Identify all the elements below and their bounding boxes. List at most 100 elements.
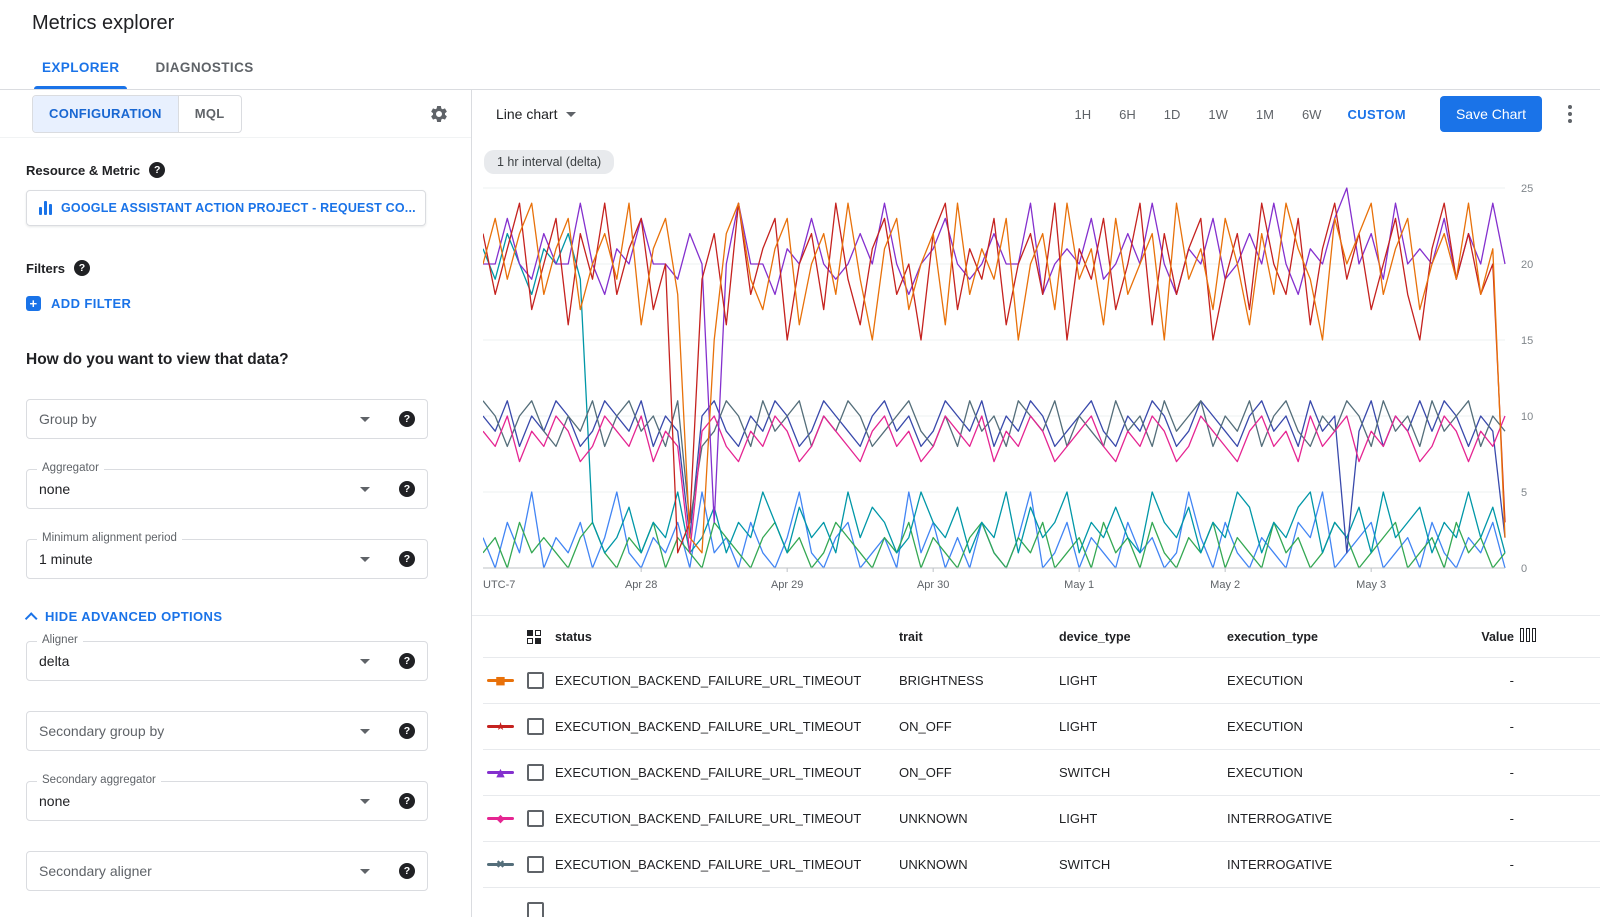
line-chart[interactable]: 0510152025UTC-7Apr 28Apr 29Apr 30May 1Ma… <box>483 180 1600 601</box>
status-cell: EXECUTION_BACKEND_FAILURE_URL_TIMEOUT <box>555 673 899 688</box>
table-row[interactable]: ✖EXECUTION_BACKEND_FAILURE_URL_TIMEOUTUN… <box>483 842 1600 888</box>
status-cell: EXECUTION_BACKEND_FAILURE_URL_TIMEOUT <box>555 765 899 780</box>
help-icon[interactable]: ? <box>399 481 415 497</box>
y-axis-label: 15 <box>1521 335 1533 347</box>
value-cell: - <box>1472 765 1520 780</box>
status-cell: EXECUTION_BACKEND_FAILURE_URL_TIMEOUT <box>555 857 899 872</box>
dropdown-aligner[interactable]: Alignerdelta? <box>26 641 428 681</box>
row-checkbox[interactable] <box>527 764 544 781</box>
chart-type-select[interactable]: Line chart <box>496 106 576 122</box>
field-label: Aggregator <box>37 462 104 474</box>
resource-metric-label: Resource & Metric ? <box>26 162 445 178</box>
help-icon[interactable]: ? <box>399 551 415 567</box>
dropdown-secondary-aligner[interactable]: Secondary aligner? <box>26 851 428 891</box>
field-value: none <box>39 481 360 497</box>
trait-cell: BRIGHTNESS <box>899 673 1059 688</box>
series-marker-icon: ▲ <box>487 766 514 780</box>
trait-cell: UNKNOWN <box>899 857 1059 872</box>
row-checkbox[interactable] <box>527 856 544 873</box>
column-settings-icon[interactable] <box>1520 628 1536 642</box>
dropdown-minimum-alignment-period[interactable]: Minimum alignment period1 minute? <box>26 539 428 579</box>
time-range-6h[interactable]: 6H <box>1119 107 1136 122</box>
configuration-mode-button[interactable]: CONFIGURATION <box>33 96 178 132</box>
device-type-cell: SWITCH <box>1059 857 1227 872</box>
column-header-trait: trait <box>899 630 1059 644</box>
resource-metric-selector[interactable]: GOOGLE ASSISTANT ACTION PROJECT - REQUES… <box>26 190 426 226</box>
help-icon[interactable]: ? <box>399 723 415 739</box>
trait-cell: ON_OFF <box>899 719 1059 734</box>
x-axis-label: Apr 30 <box>917 579 949 591</box>
help-icon[interactable]: ? <box>399 411 415 427</box>
x-axis-label: May 1 <box>1064 579 1094 591</box>
x-axis-label: UTC-7 <box>483 579 515 591</box>
row-checkbox[interactable] <box>527 902 544 917</box>
save-chart-button[interactable]: Save Chart <box>1440 96 1542 132</box>
view-data-question: How do you want to view that data? <box>26 351 445 369</box>
filters-label: Filters ? <box>26 260 445 276</box>
table-row[interactable]: ★EXECUTION_BACKEND_FAILURE_URL_TIMEOUTON… <box>483 704 1600 750</box>
trait-cell: ON_OFF <box>899 765 1059 780</box>
row-checkbox[interactable] <box>527 672 544 689</box>
dropdown-aggregator[interactable]: Aggregatornone? <box>26 469 428 509</box>
series-marker-icon: ■ <box>487 674 514 688</box>
chart-panel: Line chart 1H 6H 1D 1W 1M 6W CUSTOM Save Char… <box>472 90 1600 917</box>
chip-row: 1 hr interval (delta) <box>484 150 1600 174</box>
chevron-down-icon <box>360 487 370 492</box>
help-icon[interactable]: ? <box>74 260 90 276</box>
dropdown-secondary-group-by[interactable]: Secondary group by? <box>26 711 428 751</box>
mode-toggle: CONFIGURATION MQL <box>32 95 242 133</box>
chart-series <box>483 401 1505 553</box>
chevron-down-icon <box>360 417 370 422</box>
row-checkbox[interactable] <box>527 810 544 827</box>
bar-chart-icon <box>39 201 52 215</box>
tab-explorer[interactable]: EXPLORER <box>24 46 137 89</box>
field-label: Secondary aggregator <box>37 774 161 786</box>
chart-toolbar: Line chart 1H 6H 1D 1W 1M 6W CUSTOM Save Char… <box>472 90 1600 138</box>
table-row[interactable]: ◆EXECUTION_BACKEND_FAILURE_URL_TIMEOUTUN… <box>483 796 1600 842</box>
y-axis-label: 5 <box>1521 487 1527 499</box>
time-range-6w[interactable]: 6W <box>1302 107 1322 122</box>
interval-chip: 1 hr interval (delta) <box>484 150 614 174</box>
help-icon[interactable]: ? <box>399 793 415 809</box>
series-marker-icon: ◆ <box>487 812 514 826</box>
execution-type-cell: EXECUTION <box>1227 673 1472 688</box>
y-axis-label: 25 <box>1521 183 1533 195</box>
time-range-1d[interactable]: 1D <box>1164 107 1181 122</box>
more-options-icon[interactable] <box>1562 99 1578 129</box>
hide-advanced-options-button[interactable]: HIDE ADVANCED OPTIONS <box>26 609 445 624</box>
chevron-down-icon <box>360 869 370 874</box>
table-header-row: status trait device_type execution_type … <box>483 616 1600 658</box>
legend-grid-icon[interactable] <box>527 630 541 644</box>
series-marker-icon: ★ <box>487 720 514 734</box>
table-row[interactable]: ■ EXECUTION_BACKEND_FAILURE_URL_TIMEOUTBR… <box>483 658 1600 704</box>
sidebar-toolbar: CONFIGURATION MQL <box>0 90 471 138</box>
row-checkbox[interactable] <box>527 718 544 735</box>
x-axis-label: Apr 29 <box>771 579 803 591</box>
settings-gear-icon[interactable] <box>429 104 449 124</box>
chevron-down-icon <box>360 799 370 804</box>
mql-mode-button[interactable]: MQL <box>178 96 241 132</box>
add-filter-button[interactable]: + ADD FILTER <box>26 296 445 311</box>
plus-icon: + <box>26 296 41 311</box>
time-range-1h[interactable]: 1H <box>1075 107 1092 122</box>
y-axis-label: 10 <box>1521 411 1533 423</box>
time-range-1w[interactable]: 1W <box>1208 107 1228 122</box>
dropdown-secondary-aggregator[interactable]: Secondary aggregatornone? <box>26 781 428 821</box>
value-cell: - <box>1472 673 1520 688</box>
time-range-1m[interactable]: 1M <box>1256 107 1274 122</box>
value-cell: - <box>1472 811 1520 826</box>
help-icon[interactable]: ? <box>399 863 415 879</box>
custom-time-range-button[interactable]: CUSTOM <box>1347 107 1406 122</box>
help-icon[interactable]: ? <box>399 653 415 669</box>
device-type-cell: LIGHT <box>1059 719 1227 734</box>
time-range-group: 1H 6H 1D 1W 1M 6W CUSTOM Save Chart <box>1047 96 1578 132</box>
chevron-down-icon <box>566 112 576 117</box>
table-row[interactable]: ▲ EXECUTION_BACKEND_FAILURE_URL_TIMEOUTON… <box>483 750 1600 796</box>
table-row[interactable] <box>483 888 1600 917</box>
device-type-cell: LIGHT <box>1059 673 1227 688</box>
x-axis-label: Apr 28 <box>625 579 657 591</box>
tab-diagnostics[interactable]: DIAGNOSTICS <box>137 46 271 89</box>
help-icon[interactable]: ? <box>149 162 165 178</box>
dropdown-group-by[interactable]: Group by? <box>26 399 428 439</box>
page-title: Metrics explorer <box>32 12 174 35</box>
